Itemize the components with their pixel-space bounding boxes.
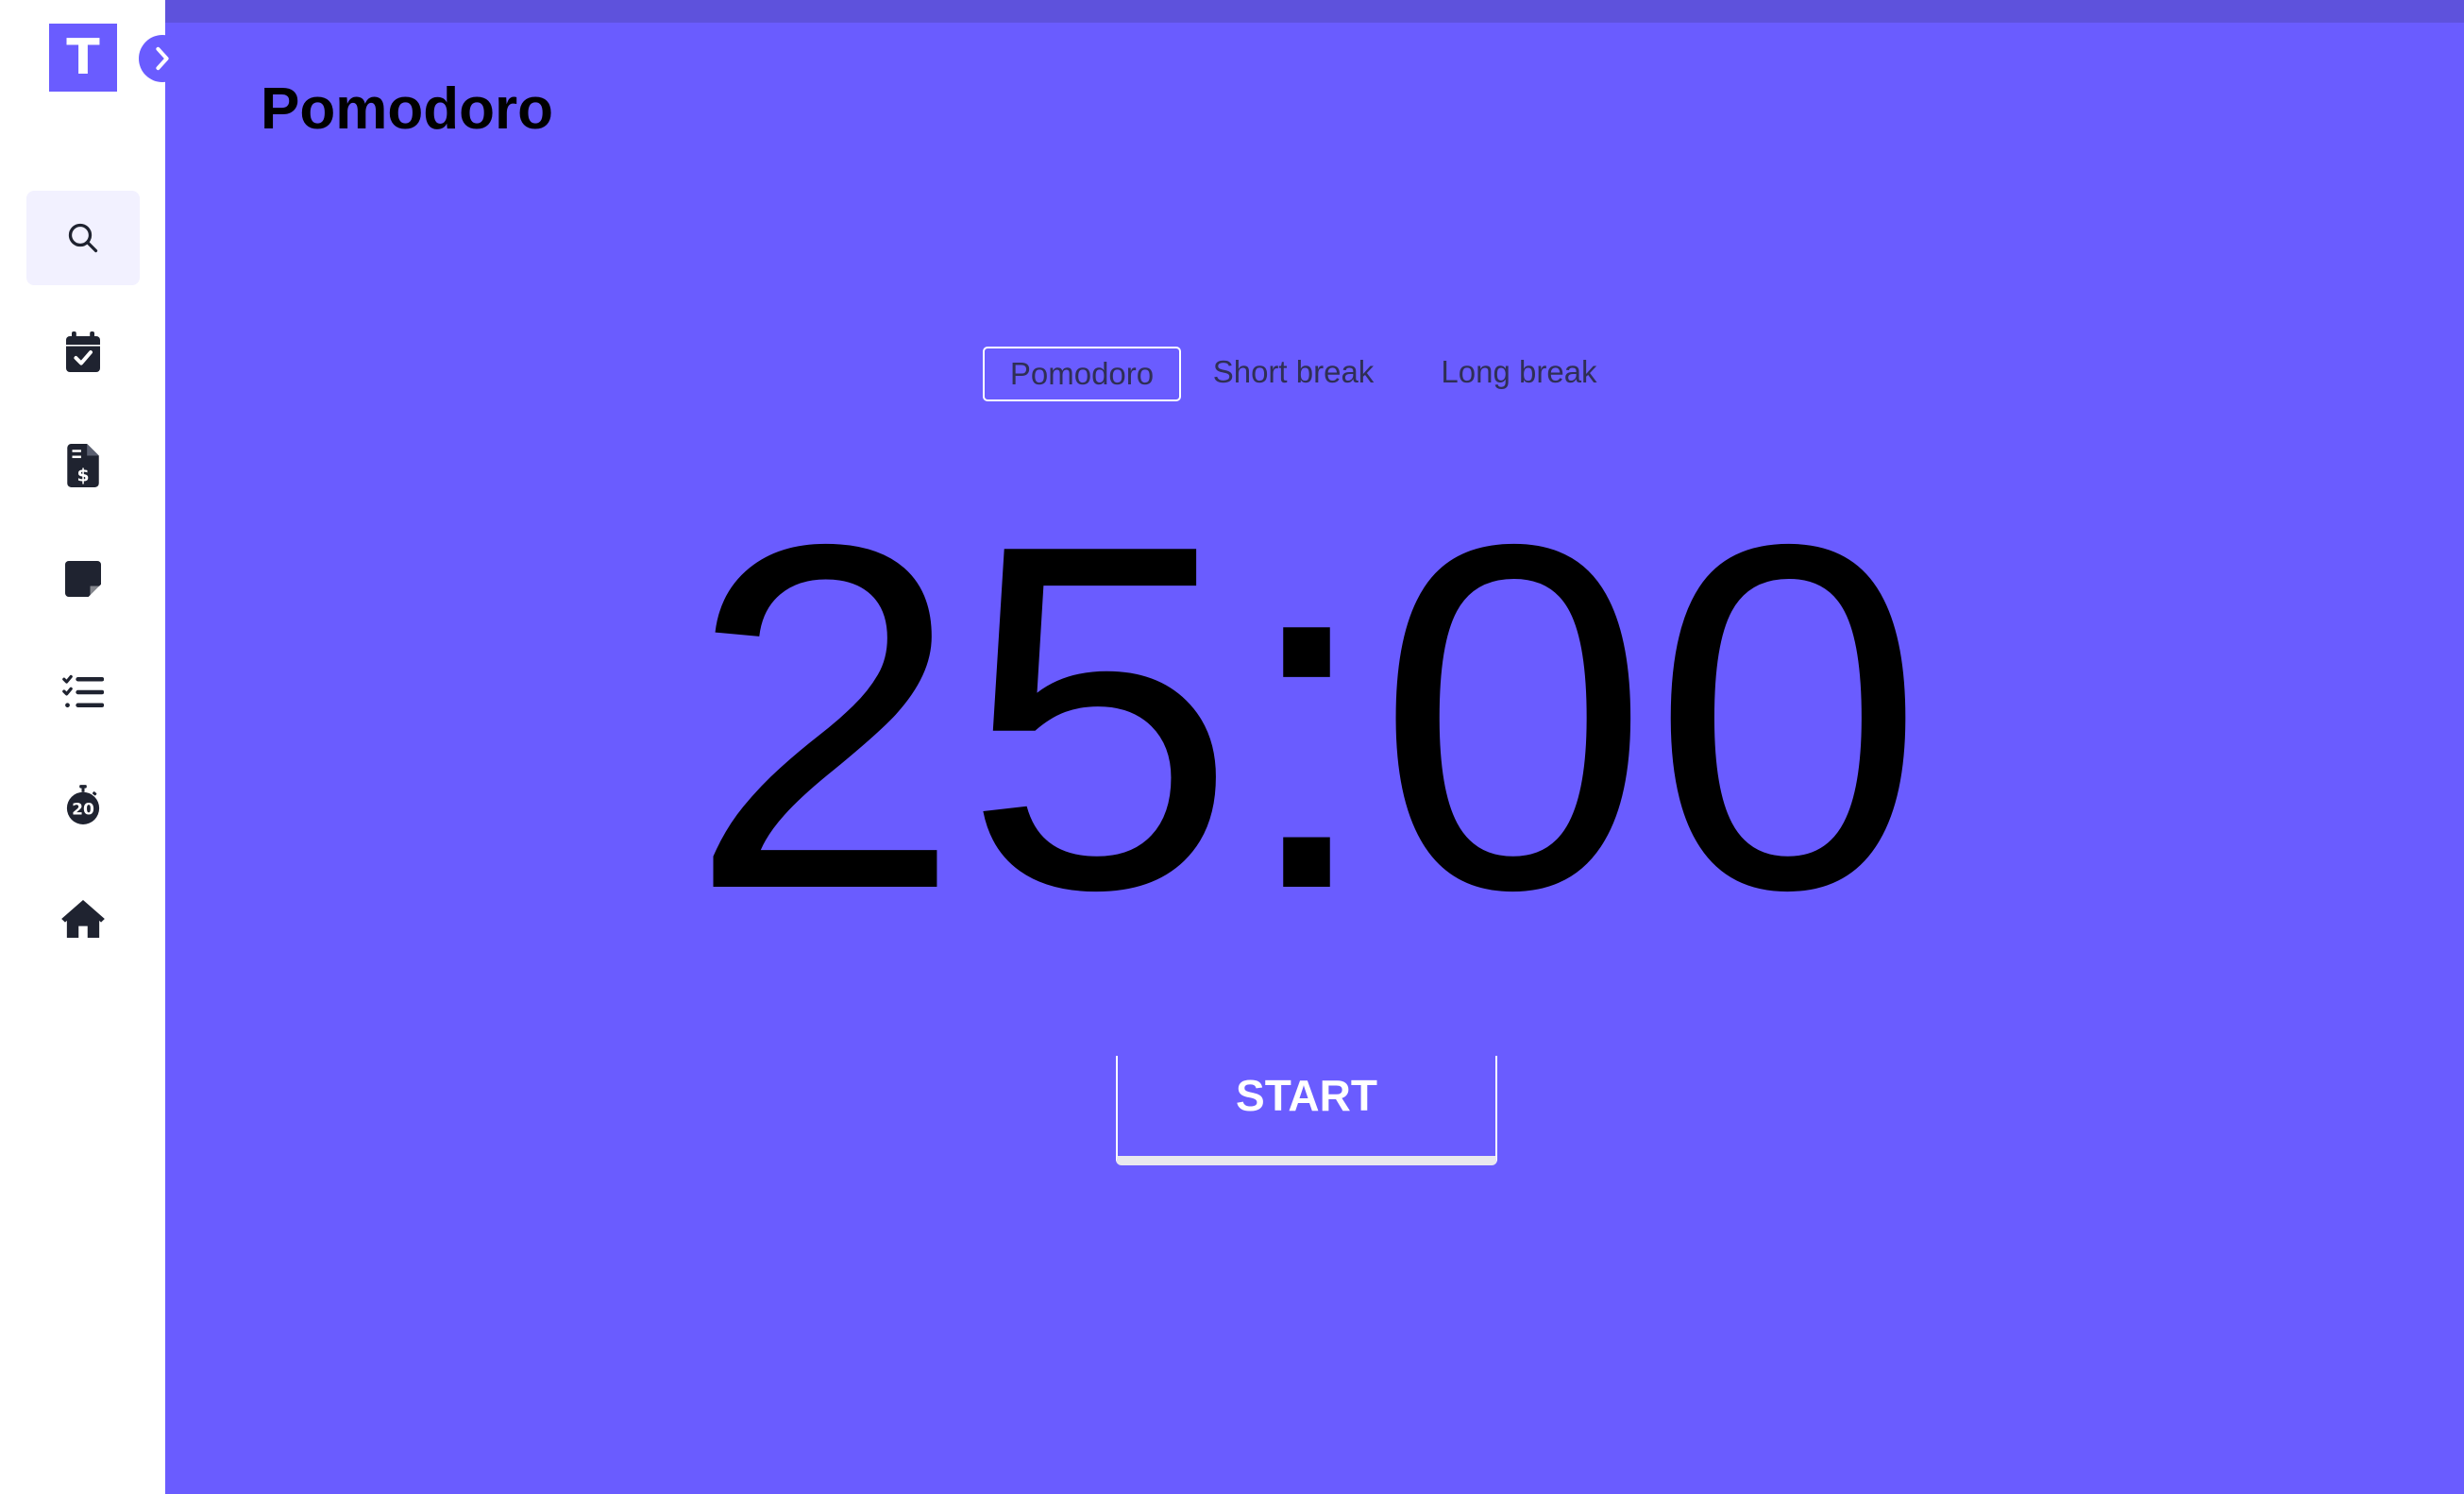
- search-icon: [68, 223, 98, 253]
- stopwatch-20-icon: 20: [66, 785, 100, 824]
- sidebar-item-tasks[interactable]: [26, 645, 140, 739]
- timer-display: 25:00: [688, 443, 1927, 992]
- sidebar-item-calendar[interactable]: [26, 305, 140, 399]
- tab-pomodoro[interactable]: Pomodoro: [983, 347, 1181, 401]
- sidebar-item-timer[interactable]: 20: [26, 758, 140, 853]
- sidebar-item-home[interactable]: [26, 872, 140, 966]
- home-icon: [61, 900, 105, 938]
- top-bar: [165, 0, 2464, 23]
- checklist-icon: [62, 674, 104, 708]
- sidebar-item-notes[interactable]: [26, 532, 140, 626]
- sidebar-item-invoices[interactable]: $: [26, 418, 140, 513]
- tab-short-break[interactable]: Short break: [1195, 347, 1392, 398]
- svg-text:$: $: [76, 467, 89, 486]
- invoice-dollar-icon: $: [67, 444, 99, 487]
- tab-long-break[interactable]: Long break: [1429, 347, 1609, 398]
- start-button[interactable]: START: [1116, 1056, 1497, 1165]
- sidebar: T $ 20: [0, 0, 165, 1494]
- app-logo[interactable]: T: [49, 24, 117, 92]
- page-title: Pomodoro: [261, 76, 553, 142]
- sidebar-item-search[interactable]: [26, 191, 140, 285]
- sidebar-toggle-button[interactable]: [139, 35, 186, 82]
- sticky-note-icon: [65, 561, 101, 597]
- calendar-check-icon: [66, 331, 100, 372]
- svg-text:20: 20: [72, 801, 94, 820]
- chevron-right-icon: [156, 46, 169, 71]
